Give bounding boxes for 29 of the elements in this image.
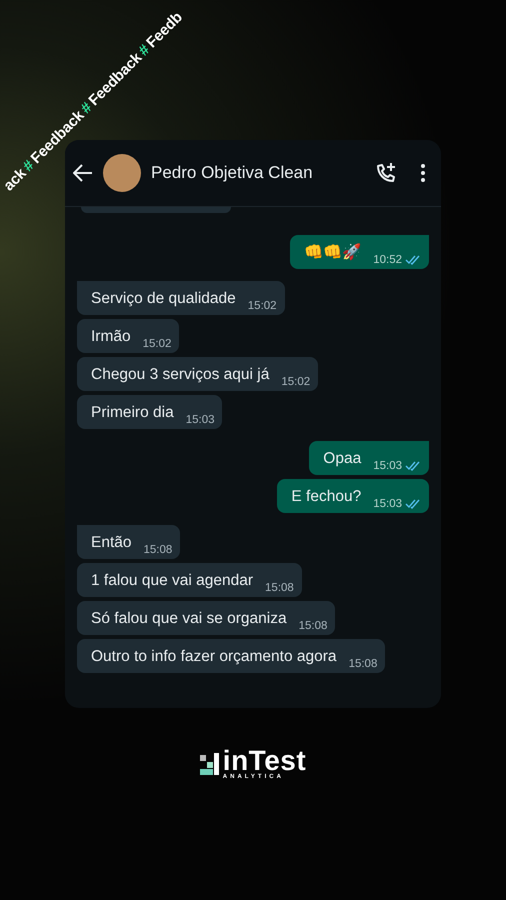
message-time: 15:02 [248, 300, 277, 312]
message-text: Outro to info fazer orçamento agora [91, 647, 337, 667]
message-text: Opaa [323, 449, 362, 469]
message-text: 👊👊🚀 [304, 242, 362, 263]
message-time: 10:52 [373, 254, 402, 266]
message-time: 15:03 [373, 460, 402, 472]
message-text: Primeiro dia [91, 403, 174, 423]
message-time: 15:02 [281, 376, 310, 388]
message-time: 15:08 [298, 620, 328, 632]
contact-name[interactable]: Pedro Objetiva Clean [151, 163, 365, 183]
message-time: 15:03 [373, 498, 402, 510]
message-text: Serviço de qualidade [91, 289, 236, 309]
pixel-logo-icon [200, 753, 220, 775]
message-time: 15:03 [186, 414, 214, 426]
message-text: 1 falou que vai agendar [91, 571, 254, 591]
message-text: Só falou que vai se organiza [91, 609, 287, 629]
add-call-icon[interactable] [375, 162, 397, 184]
brand-name: inTest [222, 748, 306, 774]
message-text: Então [91, 533, 132, 553]
back-arrow-icon[interactable] [73, 164, 93, 182]
message-time: 15:08 [348, 658, 378, 670]
message-text: Irmão [91, 327, 131, 347]
avatar[interactable] [103, 154, 141, 192]
message-text: Chegou 3 serviços aqui já [91, 365, 270, 385]
message-time: 15:08 [265, 582, 294, 594]
message-time: 15:02 [142, 338, 172, 350]
more-options-icon[interactable] [421, 164, 425, 182]
message-time: 15:08 [144, 544, 172, 556]
message-text: E fechou? [291, 487, 362, 507]
